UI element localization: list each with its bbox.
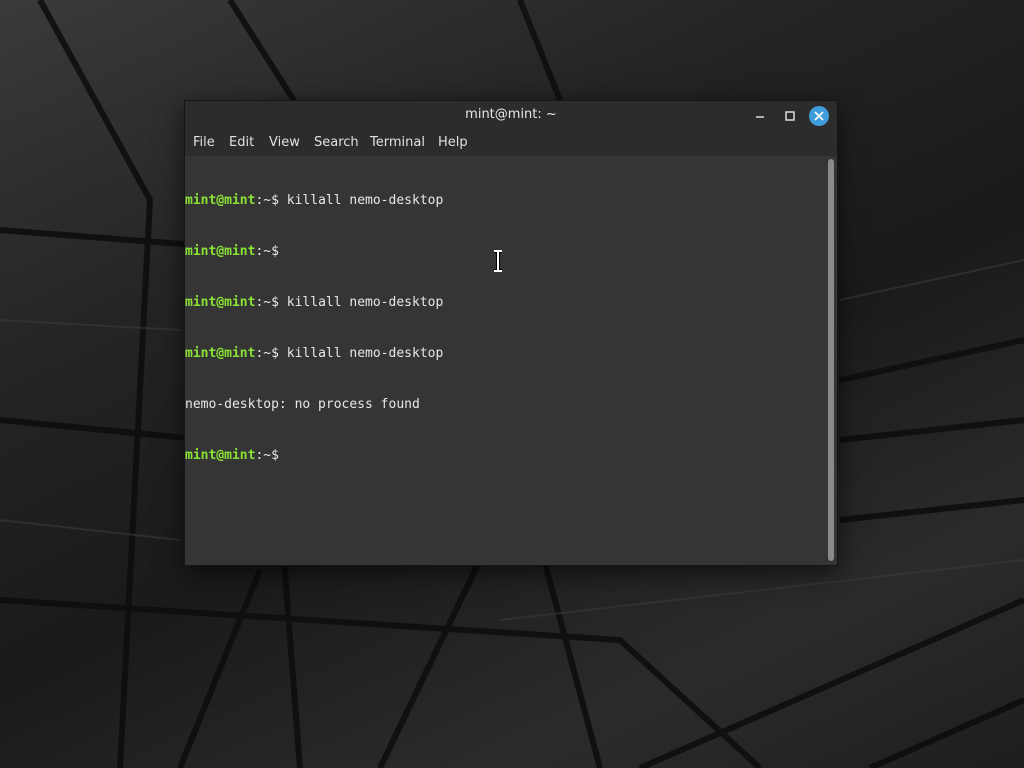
prompt-user: mint@mint xyxy=(185,193,256,208)
command-text: killall nemo-desktop xyxy=(278,346,444,361)
terminal-area[interactable]: mint@mint:~$ killall nemo-desktop mint@m… xyxy=(185,156,837,565)
window-title: mint@mint: ~ xyxy=(465,107,557,122)
menu-terminal[interactable]: Terminal xyxy=(370,135,425,150)
prompt-user: mint@mint xyxy=(185,448,256,463)
prompt-path: :~$ xyxy=(255,346,279,361)
prompt-user: mint@mint xyxy=(185,244,256,259)
titlebar[interactable]: mint@mint: ~ xyxy=(185,101,837,130)
close-icon xyxy=(814,111,824,121)
terminal-line: mint@mint:~$ killall nemo-desktop xyxy=(185,294,443,311)
prompt-user: mint@mint xyxy=(185,346,256,361)
prompt-path: :~$ xyxy=(255,244,279,259)
scrollbar[interactable] xyxy=(828,159,834,561)
menu-view[interactable]: View xyxy=(269,135,300,150)
prompt-path: :~$ xyxy=(255,448,279,463)
close-button[interactable] xyxy=(809,106,829,126)
terminal-window: mint@mint: ~ File Edit View Search Termi… xyxy=(184,100,838,566)
text-cursor-icon xyxy=(494,250,502,272)
menu-file[interactable]: File xyxy=(193,135,215,150)
menu-help[interactable]: Help xyxy=(438,135,468,150)
terminal-output: mint@mint:~$ killall nemo-desktop mint@m… xyxy=(185,158,443,498)
minimize-icon xyxy=(756,116,764,118)
command-text: killall nemo-desktop xyxy=(278,295,444,310)
minimize-button[interactable] xyxy=(749,105,771,127)
terminal-line: mint@mint:~$ killall nemo-desktop xyxy=(185,345,443,362)
maximize-icon xyxy=(785,111,795,121)
terminal-line: mint@mint:~$ xyxy=(185,447,443,464)
menu-search[interactable]: Search xyxy=(314,135,359,150)
menu-edit[interactable]: Edit xyxy=(229,135,254,150)
prompt-path: :~$ xyxy=(255,295,279,310)
terminal-line: mint@mint:~$ killall nemo-desktop xyxy=(185,192,443,209)
command-text: killall nemo-desktop xyxy=(278,193,444,208)
terminal-line: nemo-desktop: no process found xyxy=(185,396,443,413)
output-text: nemo-desktop: no process found xyxy=(185,397,420,412)
maximize-button[interactable] xyxy=(779,105,801,127)
terminal-line: mint@mint:~$ xyxy=(185,243,443,260)
prompt-path: :~$ xyxy=(255,193,279,208)
prompt-user: mint@mint xyxy=(185,295,256,310)
menubar: File Edit View Search Terminal Help xyxy=(185,130,837,156)
